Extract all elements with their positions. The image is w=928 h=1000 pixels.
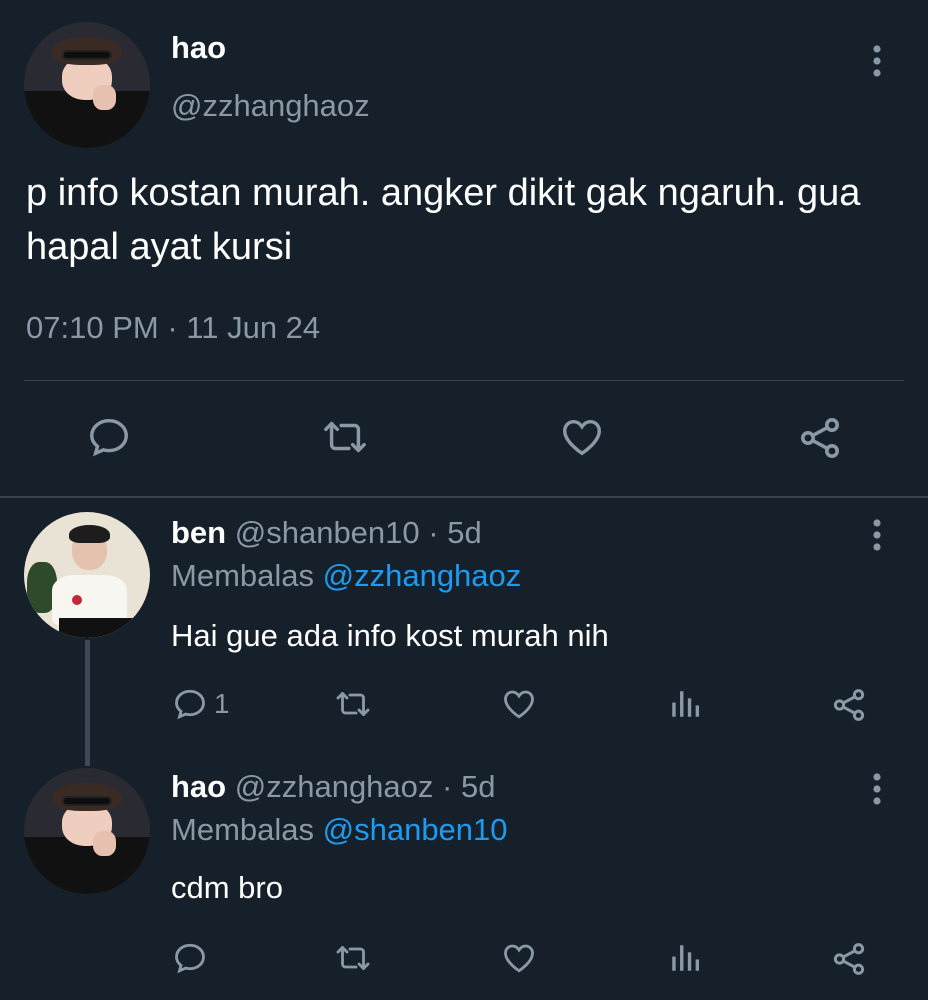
author-name[interactable]: hao bbox=[171, 30, 226, 66]
retweet-icon[interactable] bbox=[332, 686, 374, 722]
reply-icon bbox=[172, 686, 208, 722]
divider bbox=[24, 380, 904, 381]
avatar[interactable] bbox=[24, 768, 150, 894]
replying-prefix: Membalas bbox=[171, 558, 314, 593]
reply-text: cdm bro bbox=[171, 870, 283, 905]
replying-to: Membalas @zzhanghaoz bbox=[171, 558, 521, 594]
analytics-icon[interactable] bbox=[668, 686, 702, 722]
more-options-icon[interactable] bbox=[866, 44, 888, 78]
author-name[interactable]: hao bbox=[171, 769, 226, 804]
author-handle[interactable]: @zzhanghaoz bbox=[235, 769, 434, 804]
reply-icon[interactable] bbox=[172, 940, 208, 976]
replying-to-link[interactable]: @shanben10 bbox=[323, 812, 508, 847]
avatar[interactable] bbox=[24, 22, 150, 148]
like-icon[interactable] bbox=[500, 940, 538, 976]
replying-to-link[interactable]: @zzhanghaoz bbox=[323, 558, 522, 593]
tweet-date: 11 Jun 24 bbox=[186, 310, 321, 345]
reply-tweet: hao @zzhanghaoz · 5d Membalas @shanben10… bbox=[0, 760, 928, 1000]
like-icon[interactable] bbox=[558, 414, 606, 460]
reply-header: hao @zzhanghaoz · 5d bbox=[171, 769, 495, 805]
reply-age[interactable]: 5d bbox=[447, 515, 481, 550]
share-icon[interactable] bbox=[830, 686, 868, 724]
more-options-icon[interactable] bbox=[866, 518, 888, 552]
more-options-icon[interactable] bbox=[866, 772, 888, 806]
like-icon[interactable] bbox=[500, 686, 538, 722]
share-icon[interactable] bbox=[830, 940, 868, 978]
retweet-icon[interactable] bbox=[332, 940, 374, 976]
header-dot: · bbox=[442, 769, 453, 804]
share-icon[interactable] bbox=[796, 414, 844, 462]
reply-icon[interactable] bbox=[86, 414, 132, 460]
author-name[interactable]: ben bbox=[171, 515, 226, 550]
tweet-time: 07:10 PM bbox=[26, 310, 159, 345]
reply-text: Hai gue ada info kost murah nih bbox=[171, 618, 609, 653]
tweet-timestamp[interactable]: 07:10 PM · 11 Jun 24 bbox=[26, 310, 320, 346]
reply-button[interactable]: 1 bbox=[172, 686, 230, 722]
reply-count: 1 bbox=[214, 688, 230, 719]
timestamp-dot: · bbox=[167, 310, 178, 345]
reply-tweet: ben @shanben10 · 5d Membalas @zzhanghaoz… bbox=[0, 498, 928, 760]
header-dot: · bbox=[428, 515, 439, 550]
main-tweet: hao @zzhanghaoz p info kostan murah. ang… bbox=[0, 0, 928, 496]
replying-prefix: Membalas bbox=[171, 812, 314, 847]
retweet-icon[interactable] bbox=[318, 414, 372, 460]
analytics-icon[interactable] bbox=[668, 940, 702, 976]
reply-age[interactable]: 5d bbox=[461, 769, 495, 804]
replying-to: Membalas @shanben10 bbox=[171, 812, 508, 848]
avatar[interactable] bbox=[24, 512, 150, 638]
author-handle[interactable]: @zzhanghaoz bbox=[171, 88, 370, 124]
author-handle[interactable]: @shanben10 bbox=[235, 515, 420, 550]
tweet-text: p info kostan murah. angker dikit gak ng… bbox=[26, 172, 861, 268]
reply-header: ben @shanben10 · 5d bbox=[171, 515, 482, 551]
